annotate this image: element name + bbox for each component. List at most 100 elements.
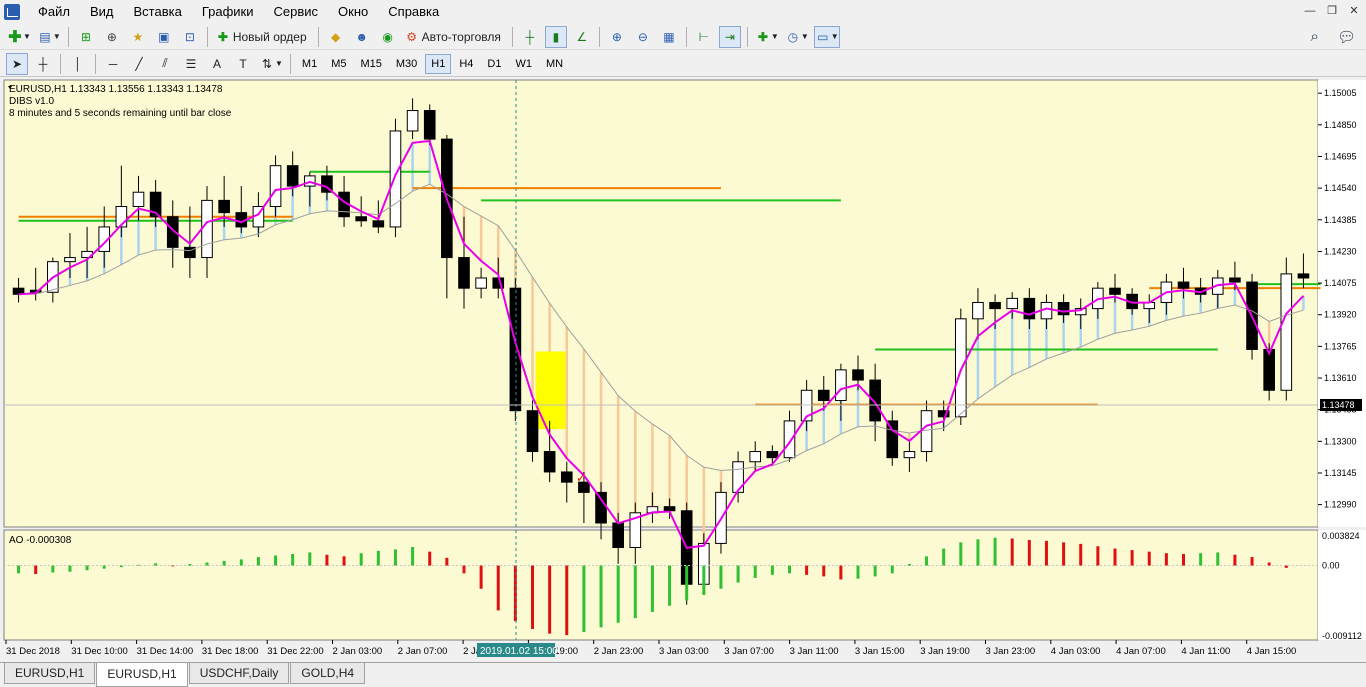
text-label-tool[interactable]: T — [232, 53, 254, 75]
toolbar-separator — [67, 26, 69, 47]
candle-body — [406, 110, 419, 132]
trendline-tool[interactable]: ╱ — [128, 53, 150, 75]
line-chart-button[interactable]: ∠ — [571, 26, 593, 48]
text-tool[interactable]: A — [206, 53, 228, 75]
community-button[interactable]: ☻ — [351, 26, 373, 48]
ao-tick-label: -0.009112 — [1322, 631, 1362, 641]
autotrading-icon: ⚙ — [406, 29, 418, 44]
minimize-icon[interactable]: — — [1302, 3, 1318, 19]
menu-tools[interactable]: Сервис — [264, 0, 329, 24]
crosshair-tool[interactable]: ┼ — [32, 53, 54, 75]
fibonacci-tool[interactable]: ☰ — [180, 53, 202, 75]
candle-body — [1229, 277, 1241, 283]
profiles-button[interactable]: ▤ ▼ — [36, 26, 62, 48]
candle-body — [954, 318, 967, 418]
templates-icon: ▭ — [817, 29, 829, 44]
crosshair-time-label: 2019.01.02 15:00 — [480, 646, 558, 657]
candle-body — [989, 301, 1001, 310]
ao-scale[interactable] — [1318, 530, 1366, 640]
text-icon: A — [212, 56, 221, 71]
data-window-button[interactable]: ★ — [127, 26, 149, 48]
candle-body — [817, 389, 830, 401]
price-scale[interactable] — [1318, 80, 1366, 527]
menu-window[interactable]: Окно — [328, 0, 378, 24]
candle-body — [852, 369, 864, 381]
periods-button[interactable]: ◷ ▼ — [784, 26, 810, 48]
candle-body — [766, 451, 779, 459]
tab-gold-h4[interactable]: GOLD,H4 — [290, 663, 366, 684]
current-price-marker: 1.13478 — [1320, 398, 1362, 411]
menu-insert[interactable]: Вставка — [124, 0, 192, 24]
time-tick-label: 4 Jan 11:00 — [1181, 646, 1230, 657]
indicators-button[interactable]: ✚ ▼ — [754, 26, 780, 48]
tab-usdchf-daily[interactable]: USDCHF,Daily — [188, 663, 290, 684]
arrows-tool[interactable]: ⇅ ▼ — [258, 53, 284, 75]
chart-canvas[interactable]: 1.15005 1.14850 1.14695 1.14540 1.14385 1.142… — [0, 78, 1366, 660]
candle-body — [286, 165, 299, 187]
new-order-button[interactable]: ✚ Новый ордер — [214, 26, 312, 48]
menu-help[interactable]: Справка — [378, 0, 449, 24]
timeframe-m30[interactable]: M30 — [390, 54, 423, 74]
terminal-app-icon[interactable] — [4, 4, 20, 20]
tile-windows-icon: ▦ — [663, 29, 675, 44]
chart-window[interactable]: 1.15005 1.14850 1.14695 1.14540 1.14385 1.142… — [0, 78, 1366, 660]
horizontal-line-icon: ─ — [108, 56, 118, 71]
time-tick-label: 2 Jan 23:00 — [594, 646, 644, 657]
bar-timer: 8 minutes and 5 seconds remaining until … — [9, 108, 232, 119]
horizontal-line-tool[interactable]: ─ — [102, 53, 124, 75]
restore-icon[interactable]: ❐ — [1324, 3, 1340, 19]
vertical-line-tool[interactable]: │ — [67, 53, 89, 75]
templates-button[interactable]: ▭ ▼ — [813, 25, 840, 48]
menu-charts[interactable]: Графики — [192, 0, 264, 24]
chat-icon[interactable]: 💬︎ — [1337, 28, 1356, 46]
metaeditor-button[interactable]: ◆ — [325, 26, 347, 48]
time-tick-label: 3 Jan 03:00 — [659, 646, 709, 657]
timeframe-m15[interactable]: M15 — [354, 54, 387, 74]
metaeditor-book-icon: ◆ — [331, 29, 341, 44]
signals-button[interactable]: ◉ — [377, 26, 399, 48]
price-tick-label: 1.13145 — [1324, 468, 1357, 478]
ao-pane[interactable] — [3, 529, 1319, 641]
timeframe-mn[interactable]: MN — [540, 54, 569, 74]
candle-body — [372, 220, 385, 228]
market-watch-icon: ⊞ — [80, 29, 91, 44]
menu-file[interactable]: Файл — [28, 0, 80, 24]
tile-windows-button[interactable]: ▦ — [658, 26, 680, 48]
price-pane[interactable] — [3, 79, 1319, 528]
autoscroll-button[interactable]: ⇥ — [718, 25, 741, 48]
bar-chart-button[interactable]: ┼ — [519, 26, 541, 48]
cursor-tool[interactable]: ➤ — [6, 52, 28, 75]
search-icon[interactable]: ⌕ — [1311, 28, 1319, 46]
timeframe-h4[interactable]: H4 — [453, 54, 479, 74]
timeframe-d1[interactable]: D1 — [481, 54, 507, 74]
time-tick-label: 31 Dec 22:00 — [267, 646, 324, 657]
autotrading-button[interactable]: ⚙ Авто-торговля — [403, 26, 506, 48]
timeframe-w1[interactable]: W1 — [509, 54, 538, 74]
close-icon[interactable]: ✕ — [1346, 3, 1362, 19]
candle-body — [903, 451, 916, 459]
timeframe-m5[interactable]: M5 — [325, 54, 352, 74]
tab-eurusd-h1-b[interactable]: EURUSD,H1 — [96, 663, 188, 687]
menu-view[interactable]: Вид — [80, 0, 124, 24]
time-tick-label: 31 Dec 14:00 — [137, 646, 194, 657]
candle-body — [1280, 273, 1293, 391]
zoom-in-button[interactable]: ⊕ — [606, 26, 628, 48]
navigator-button[interactable]: ⊕ — [101, 26, 123, 48]
chart-shift-button[interactable]: ⊢ — [693, 26, 715, 48]
candlestick-button[interactable]: ▮ — [544, 25, 567, 48]
crosshair-icon: ┼ — [38, 56, 48, 71]
price-tick-label: 1.14850 — [1324, 120, 1357, 130]
new-chart-button[interactable]: ✚ ▼ — [6, 26, 32, 48]
chart-header: EURUSD,H1 1.13343 1.13556 1.13343 1.1347… — [9, 84, 223, 95]
terminal-button[interactable]: ▣ — [153, 26, 175, 48]
zoom-out-button[interactable]: ⊖ — [632, 26, 654, 48]
time-tick-label: 2 Jan 03:00 — [333, 646, 383, 657]
tab-eurusd-h1-a[interactable]: EURUSD,H1 — [4, 663, 96, 684]
equidistant-channel-tool[interactable]: ⫽ — [154, 53, 176, 75]
price-tick-label: 1.13610 — [1324, 373, 1357, 383]
candle-body — [869, 379, 881, 422]
strategy-tester-button[interactable]: ⊡ — [179, 26, 201, 48]
timeframe-m1[interactable]: M1 — [296, 54, 323, 74]
market-watch-button[interactable]: ⊞ — [75, 26, 97, 48]
timeframe-h1[interactable]: H1 — [425, 53, 452, 74]
